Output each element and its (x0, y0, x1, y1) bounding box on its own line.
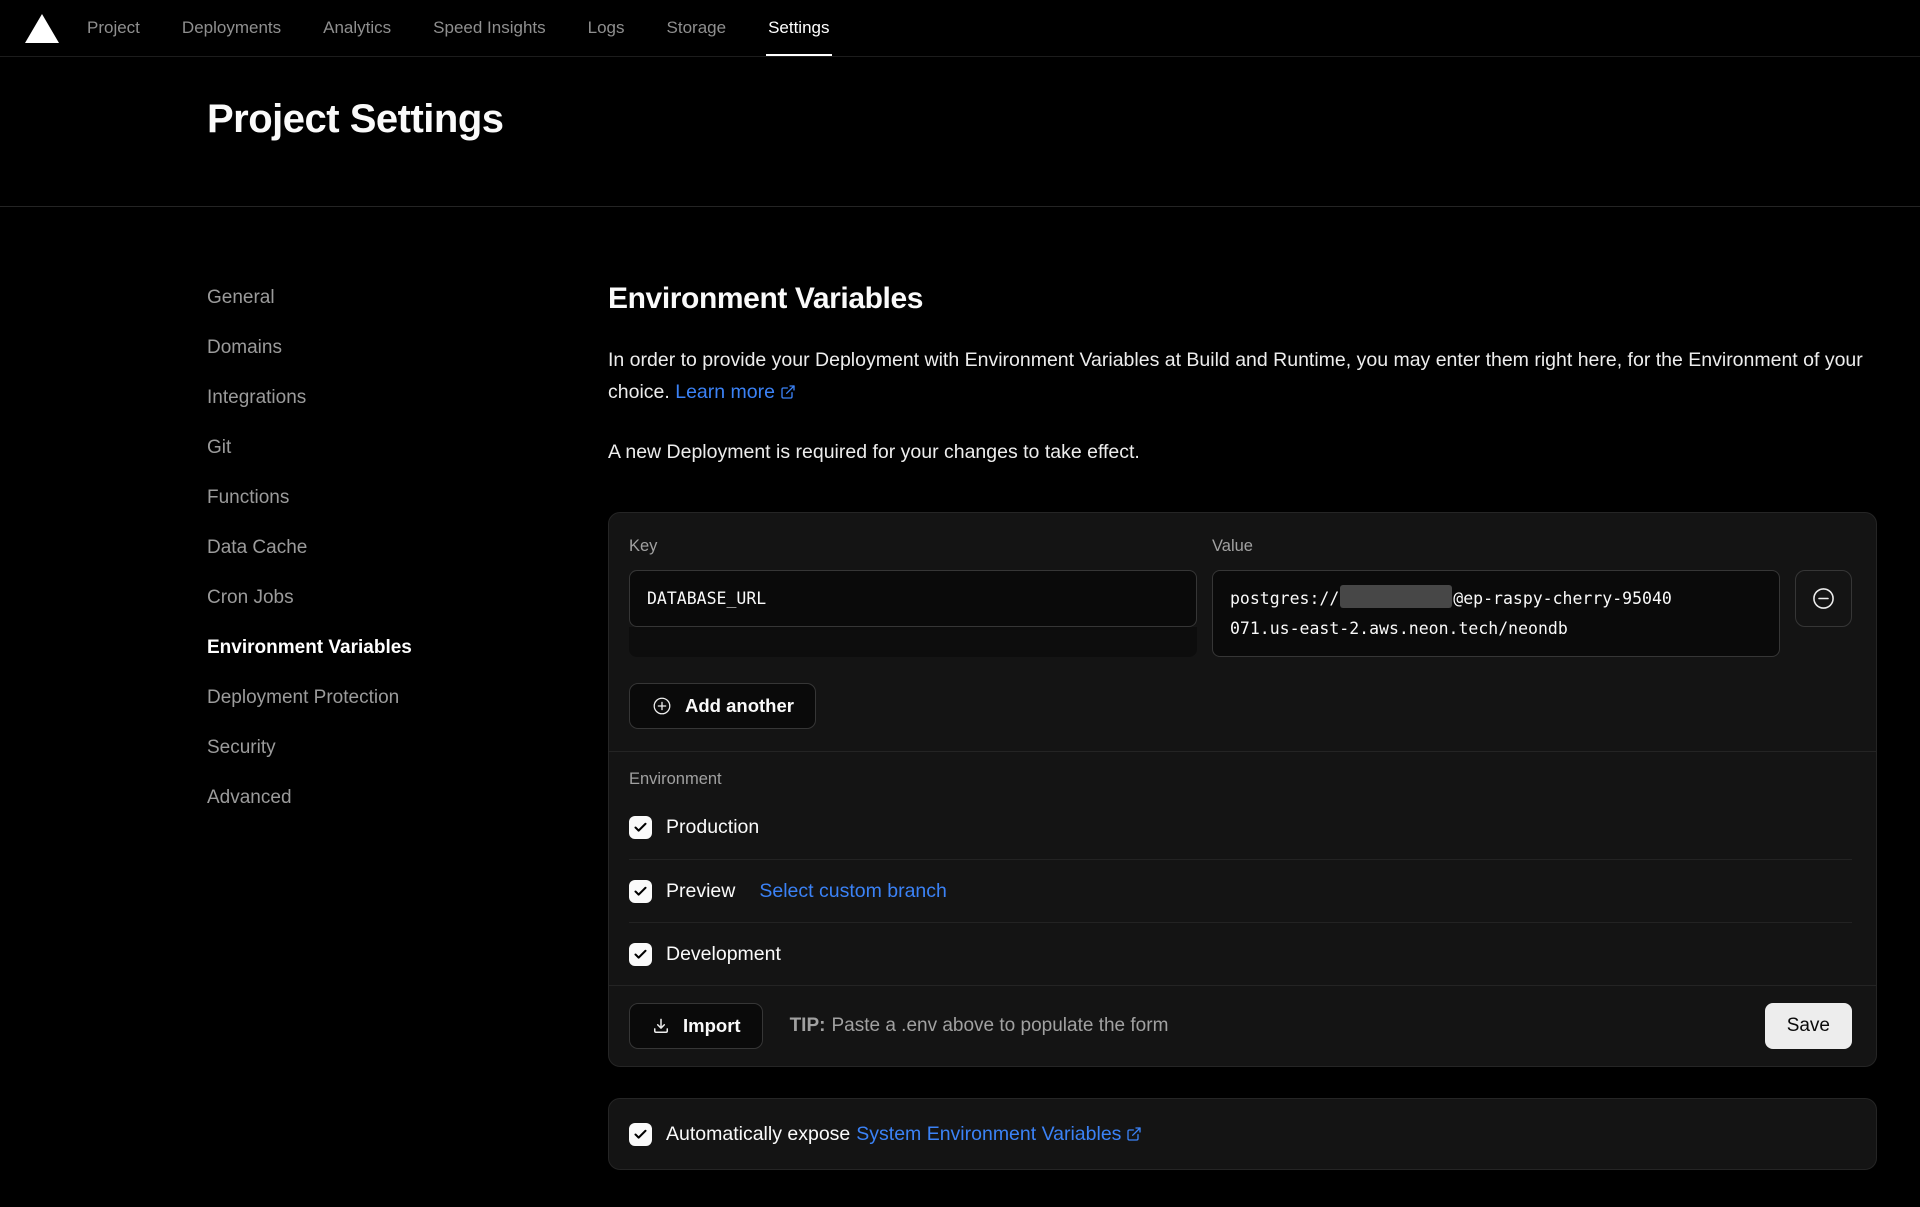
project-settings-page: Project Deployments Analytics Speed Insi… (0, 0, 1920, 1207)
nav-tabs: Project Deployments Analytics Speed Insi… (87, 0, 830, 56)
sidebar-item-cron-jobs[interactable]: Cron Jobs (207, 573, 608, 623)
nav-tab-deployments[interactable]: Deployments (182, 0, 281, 56)
key-input[interactable] (629, 570, 1197, 627)
settings-body: General Domains Integrations Git Functio… (0, 207, 1920, 1170)
main-content: Environment Variables In order to provid… (608, 207, 1877, 1170)
page-header: Project Settings (0, 57, 1920, 207)
redacted-secret (1340, 585, 1452, 608)
sidebar-item-general[interactable]: General (207, 273, 608, 323)
redeploy-note: A new Deployment is required for your ch… (608, 441, 1877, 464)
key-value-section: Key Value postgres:// @ep-raspy-cherry-95… (609, 513, 1876, 751)
vercel-logo-icon[interactable] (25, 14, 59, 43)
preview-checkbox[interactable] (629, 880, 652, 903)
sidebar-item-functions[interactable]: Functions (207, 473, 608, 523)
auto-expose-text: Automatically expose (666, 1123, 850, 1146)
environment-section: Environment Production Previ (609, 751, 1876, 985)
key-input-extension (629, 627, 1197, 657)
save-button[interactable]: Save (1765, 1003, 1852, 1049)
plus-circle-icon (651, 695, 673, 717)
nav-tab-logs[interactable]: Logs (588, 0, 625, 56)
learn-more-label: Learn more (675, 381, 775, 403)
production-label: Production (666, 816, 759, 839)
section-description: In order to provide your Deployment with… (608, 344, 1877, 408)
sidebar-item-git[interactable]: Git (207, 423, 608, 473)
intro-text: In order to provide your Deployment with… (608, 349, 1863, 403)
value-prefix: postgres:// (1230, 589, 1339, 608)
development-checkbox[interactable] (629, 943, 652, 966)
tip-body: Paste a .env above to populate the form (831, 1015, 1168, 1036)
checkmark-icon (633, 820, 648, 835)
sidebar-item-integrations[interactable]: Integrations (207, 373, 608, 423)
page-title: Project Settings (207, 97, 1920, 142)
card-footer: Import TIP:Paste a .env above to populat… (609, 985, 1876, 1066)
nav-tab-speed-insights[interactable]: Speed Insights (433, 0, 545, 56)
import-label: Import (683, 1015, 741, 1037)
learn-more-link[interactable]: Learn more (675, 381, 796, 403)
auto-expose-card: Automatically expose System Environment … (608, 1098, 1877, 1170)
nav-tab-settings[interactable]: Settings (768, 0, 829, 56)
import-button[interactable]: Import (629, 1003, 763, 1049)
select-custom-branch-link[interactable]: Select custom branch (759, 880, 947, 903)
settings-sidebar: General Domains Integrations Git Functio… (207, 207, 608, 1170)
checkmark-icon (633, 884, 648, 899)
environment-rows: Production Preview Select custom branch (629, 796, 1852, 985)
key-value-labels: Key Value (629, 537, 1852, 570)
environment-row-preview: Preview Select custom branch (629, 859, 1852, 922)
sidebar-item-environment-variables[interactable]: Environment Variables (207, 623, 608, 673)
download-icon (651, 1016, 671, 1036)
key-label: Key (629, 537, 1197, 556)
system-env-vars-link[interactable]: System Environment Variables (856, 1123, 1142, 1146)
sidebar-item-security[interactable]: Security (207, 723, 608, 773)
add-another-button[interactable]: Add another (629, 683, 816, 729)
external-link-icon (780, 384, 796, 400)
checkmark-icon (633, 1127, 648, 1142)
sidebar-item-deployment-protection[interactable]: Deployment Protection (207, 673, 608, 723)
environment-row-production: Production (629, 796, 1852, 859)
section-heading: Environment Variables (608, 282, 1877, 316)
environment-row-development: Development (629, 922, 1852, 985)
development-label: Development (666, 943, 781, 966)
nav-tab-storage[interactable]: Storage (667, 0, 727, 56)
tip-prefix: TIP: (790, 1015, 826, 1036)
value-line-1: postgres:// @ep-raspy-cherry-95040 (1230, 584, 1762, 614)
system-env-vars-label: System Environment Variables (856, 1123, 1121, 1145)
sidebar-item-data-cache[interactable]: Data Cache (207, 523, 608, 573)
value-label: Value (1212, 537, 1780, 556)
preview-label: Preview (666, 880, 735, 903)
value-line-2: 071.us-east-2.aws.neon.tech/neondb (1230, 614, 1762, 644)
external-link-icon (1126, 1126, 1142, 1142)
top-navigation: Project Deployments Analytics Speed Insi… (0, 0, 1920, 57)
key-value-inputs: postgres:// @ep-raspy-cherry-95040 071.us… (629, 570, 1852, 657)
sidebar-item-advanced[interactable]: Advanced (207, 773, 608, 823)
value-input[interactable]: postgres:// @ep-raspy-cherry-95040 071.us… (1212, 570, 1780, 657)
env-var-card: Key Value postgres:// @ep-raspy-cherry-95… (608, 512, 1877, 1067)
auto-expose-checkbox[interactable] (629, 1123, 652, 1146)
value-suffix: @ep-raspy-cherry-95040 (1453, 589, 1672, 608)
tip-text: TIP:Paste a .env above to populate the f… (790, 1015, 1169, 1037)
environment-label: Environment (629, 770, 1852, 789)
add-another-label: Add another (685, 695, 794, 717)
minus-circle-icon (1810, 585, 1837, 612)
nav-tab-project[interactable]: Project (87, 0, 140, 56)
sidebar-item-domains[interactable]: Domains (207, 323, 608, 373)
production-checkbox[interactable] (629, 816, 652, 839)
checkmark-icon (633, 947, 648, 962)
remove-row-button[interactable] (1795, 570, 1852, 627)
nav-tab-analytics[interactable]: Analytics (323, 0, 391, 56)
key-cell (629, 570, 1197, 657)
